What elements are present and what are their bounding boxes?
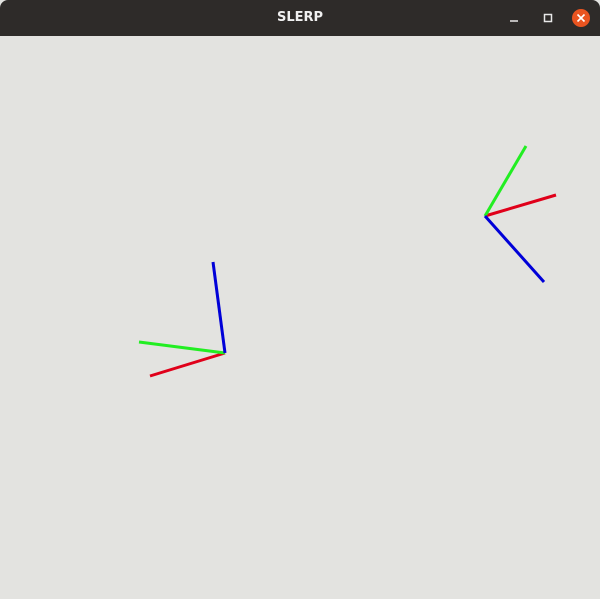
- render-canvas[interactable]: [0, 36, 600, 599]
- close-button[interactable]: [572, 9, 590, 27]
- frame-right: [483, 145, 557, 283]
- title-bar[interactable]: SLERP: [0, 0, 600, 36]
- maximize-icon: [543, 13, 553, 23]
- scene-svg: [138, 145, 557, 378]
- maximize-button[interactable]: [539, 9, 557, 27]
- frame-left: [138, 261, 227, 378]
- close-icon: [576, 13, 586, 23]
- frame-left-x-axis: [149, 351, 226, 378]
- frame-right-z-axis: [483, 215, 546, 283]
- frame-left-z-axis: [211, 261, 227, 354]
- minimize-button[interactable]: [505, 9, 523, 27]
- app-window: SLERP: [0, 0, 600, 599]
- frame-left-y-axis: [138, 340, 226, 355]
- minimize-icon: [510, 20, 518, 22]
